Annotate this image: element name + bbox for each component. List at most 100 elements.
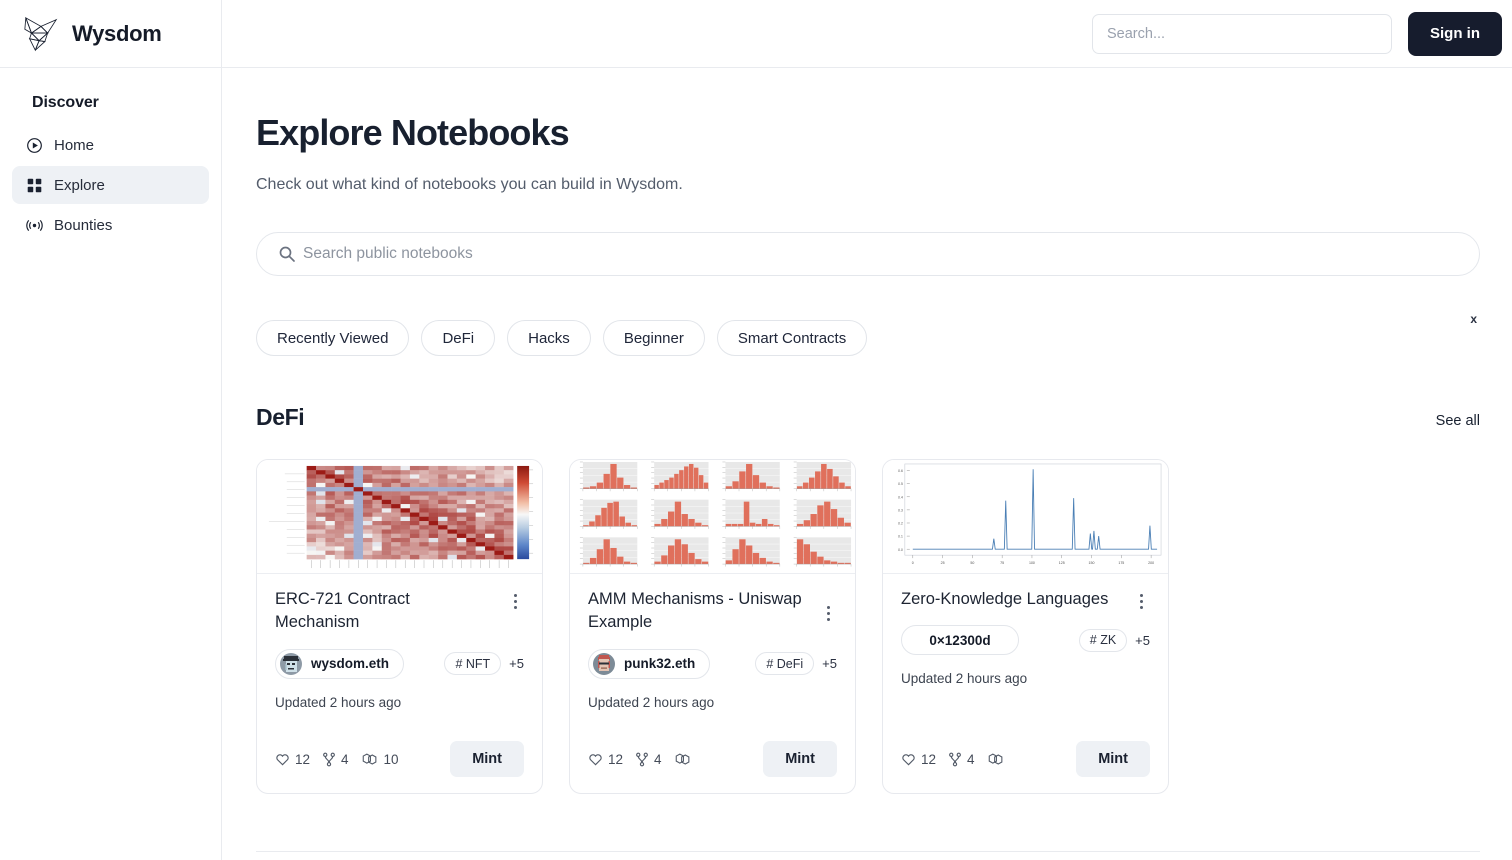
card-likes[interactable]: 12 xyxy=(275,752,310,767)
card-tag[interactable]: # DeFi xyxy=(755,652,815,676)
svg-text:0.4: 0.4 xyxy=(898,495,903,499)
filter-chip-smart-contracts[interactable]: Smart Contracts xyxy=(716,320,868,356)
card-title-row: ERC-721 Contract Mechanism xyxy=(275,588,524,635)
filter-chip-defi[interactable]: DeFi xyxy=(421,320,496,356)
grid-squares-icon xyxy=(27,178,42,192)
svg-text:200: 200 xyxy=(1148,561,1154,565)
card-thumbnail-heatmap xyxy=(257,460,542,574)
card-meta-row: punk32.eth # DeFi +5 xyxy=(588,648,837,679)
sidebar-item-label: Explore xyxy=(54,176,105,194)
card-forks[interactable]: 4 xyxy=(322,752,349,767)
main-area: Sign in Explore Notebooks Check out what… xyxy=(222,0,1512,860)
mint-button[interactable]: Mint xyxy=(763,741,837,777)
card-forks[interactable]: 4 xyxy=(635,752,662,767)
svg-text:125: 125 xyxy=(1059,561,1065,565)
card-menu-button[interactable] xyxy=(506,588,524,609)
svg-text:0: 0 xyxy=(912,561,914,565)
svg-text:75: 75 xyxy=(1000,561,1004,565)
card-forks-count: 4 xyxy=(967,751,975,767)
section-header: DeFi See all xyxy=(256,404,1480,431)
svg-text:175: 175 xyxy=(1118,561,1124,565)
card-tag-more[interactable]: +5 xyxy=(822,656,837,671)
card-tag-more[interactable]: +5 xyxy=(509,656,524,671)
sidebar-item-bounties[interactable]: Bounties xyxy=(12,206,209,244)
svg-text:0.2: 0.2 xyxy=(898,522,903,526)
card-updated: Updated 2 hours ago xyxy=(275,694,402,710)
sign-in-button[interactable]: Sign in xyxy=(1408,11,1502,56)
card-author-pill[interactable]: wysdom.eth xyxy=(275,648,405,679)
brand[interactable]: Wysdom xyxy=(0,0,221,68)
card-likes[interactable]: 12 xyxy=(588,752,623,767)
card-tag[interactable]: # ZK xyxy=(1078,628,1128,652)
notebook-card[interactable]: ERC-721 Contract Mechanism wysdom.eth # … xyxy=(256,459,543,794)
search-icon xyxy=(279,246,295,262)
card-author-pill[interactable]: 0×12300d xyxy=(901,625,1019,656)
card-updated: Updated 2 hours ago xyxy=(588,694,715,710)
card-title: ERC-721 Contract Mechanism xyxy=(275,590,410,632)
card-mints-count: 10 xyxy=(383,751,399,767)
heart-icon xyxy=(902,753,915,765)
card-forks-count: 4 xyxy=(654,751,662,767)
sidebar-item-home[interactable]: Home xyxy=(12,126,209,164)
page-subtitle: Check out what kind of notebooks you can… xyxy=(256,176,683,193)
card-title-row: AMM Mechanisms - Uniswap Example xyxy=(588,588,837,635)
card-tag[interactable]: # NFT xyxy=(444,652,502,676)
card-title: Zero-Knowledge Languages xyxy=(901,590,1109,608)
card-stats: 12 4 xyxy=(901,752,1010,767)
filter-chip-hacks[interactable]: Hacks xyxy=(507,320,591,356)
card-forks[interactable]: 4 xyxy=(948,752,975,767)
card-tags: # NFT +5 xyxy=(444,652,524,676)
card-mints[interactable]: 10 xyxy=(361,752,399,767)
card-forks-count: 4 xyxy=(341,751,349,767)
card-mints[interactable] xyxy=(987,752,1010,767)
card-thumbnail-lineplot: 0.0 0.1 0.2 0.3 0.4 0.5 0.6 0 25 50 75 100 125 150 175… xyxy=(883,460,1168,574)
card-likes[interactable]: 12 xyxy=(901,752,936,767)
svg-text:0.1: 0.1 xyxy=(898,535,903,539)
card-menu-button[interactable] xyxy=(819,588,837,621)
filter-chip-recently-viewed[interactable]: Recently Viewed xyxy=(256,320,410,356)
mint-button[interactable]: Mint xyxy=(450,741,524,777)
card-meta-row: wysdom.eth # NFT +5 xyxy=(275,648,524,679)
card-tags: # DeFi +5 xyxy=(755,652,837,676)
sidebar-item-label: Bounties xyxy=(54,216,113,234)
sidebar: Wysdom Discover Home Explore Bounties xyxy=(0,0,222,860)
sidebar-nav: Discover Home Explore Bounties xyxy=(0,68,221,246)
card-author-pill[interactable]: punk32.eth xyxy=(588,648,711,679)
notebook-card[interactable]: AMM Mechanisms - Uniswap Example punk32.… xyxy=(569,459,856,794)
card-tag-more[interactable]: +5 xyxy=(1135,633,1150,648)
cryptopunk-avatar-pink-icon xyxy=(593,652,615,675)
see-all-link[interactable]: See all xyxy=(1436,413,1480,429)
card-mints[interactable] xyxy=(674,752,697,767)
svg-text:0.0: 0.0 xyxy=(898,548,903,552)
svg-text:50: 50 xyxy=(970,561,974,565)
fork-icon xyxy=(323,752,335,766)
global-search-input[interactable] xyxy=(1092,13,1392,54)
spike-line-plot-chart: 0.0 0.1 0.2 0.3 0.4 0.5 0.6 0 25 50 75 100 125 150 175… xyxy=(883,460,1168,573)
heart-icon xyxy=(589,753,602,765)
svg-text:0.6: 0.6 xyxy=(898,469,903,473)
sidebar-item-explore[interactable]: Explore xyxy=(12,166,209,204)
card-title-row: Zero-Knowledge Languages xyxy=(901,588,1150,611)
mint-button[interactable]: Mint xyxy=(1076,741,1150,777)
card-stats: 12 4 xyxy=(275,752,399,767)
card-title: AMM Mechanisms - Uniswap Example xyxy=(588,590,802,632)
close-icon[interactable]: x xyxy=(1466,308,1481,330)
card-likes-count: 12 xyxy=(608,751,624,767)
svg-text:0.5: 0.5 xyxy=(898,482,903,486)
card-likes-count: 12 xyxy=(921,751,937,767)
search-input[interactable] xyxy=(256,232,1480,276)
fork-icon xyxy=(949,752,961,766)
card-menu-button[interactable] xyxy=(1132,588,1150,609)
notebook-card-list: ERC-721 Contract Mechanism wysdom.eth # … xyxy=(256,459,1480,794)
cryptopunk-avatar-grey-icon xyxy=(280,652,302,675)
card-stats: 12 4 xyxy=(588,752,697,767)
svg-text:0.3: 0.3 xyxy=(898,508,903,512)
svg-text:25: 25 xyxy=(941,561,945,565)
broadcast-icon xyxy=(26,219,43,231)
play-circle-icon xyxy=(27,137,42,153)
filter-chip-beginner[interactable]: Beginner xyxy=(602,320,705,356)
notebook-search-wrapper xyxy=(256,232,1480,276)
notebook-card[interactable]: 0.0 0.1 0.2 0.3 0.4 0.5 0.6 0 25 50 75 100 125 150 175… xyxy=(882,459,1169,794)
sidebar-item-label: Home xyxy=(54,136,95,154)
card-footer: 12 4 xyxy=(883,741,1168,793)
